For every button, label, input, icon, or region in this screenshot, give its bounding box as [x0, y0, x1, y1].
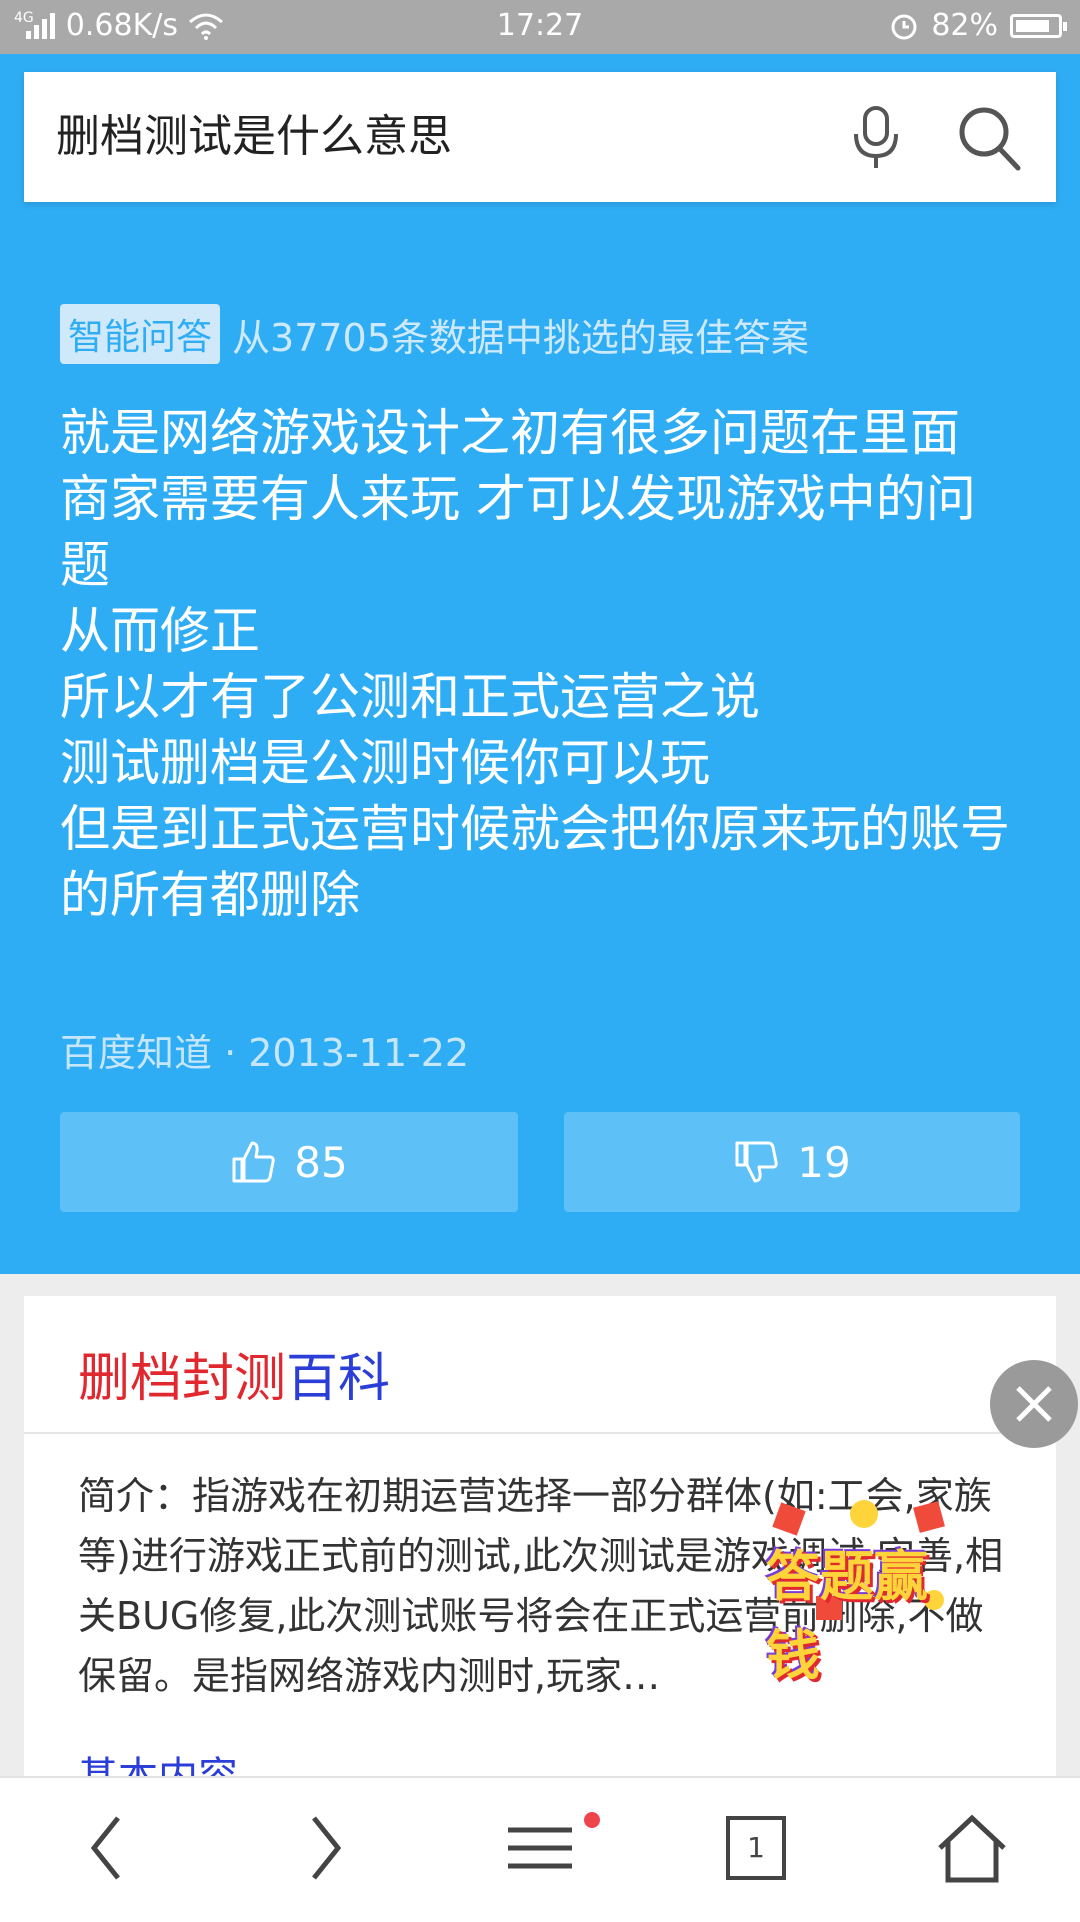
thumbs-up-icon	[232, 1141, 275, 1183]
search-icon[interactable]	[956, 102, 1022, 172]
forward-button[interactable]	[286, 1808, 366, 1888]
answer-panel: 删档测试是什么意思 智能问答 从37705条数据中挑选的最佳答案 就是网络游戏设…	[0, 54, 1080, 1274]
forward-icon	[312, 1816, 342, 1880]
card-title-source[interactable]: 百科	[286, 1349, 390, 1409]
upvote-count: 85	[294, 1137, 348, 1187]
floating-close-button[interactable]	[990, 1360, 1078, 1448]
answer-line: 但是到正式运营时候就会把你原来玩的账号的所有都删除	[60, 800, 1010, 924]
answer-tagline: 智能问答 从37705条数据中挑选的最佳答案	[60, 304, 809, 364]
home-icon	[938, 1814, 1006, 1883]
bottom-navigation: 1	[0, 1776, 1080, 1922]
notification-dot	[584, 1812, 600, 1828]
battery-icon	[1010, 13, 1067, 38]
downvote-button[interactable]: 19	[564, 1112, 1020, 1212]
alarm-icon	[891, 14, 917, 39]
downvote-count: 19	[797, 1137, 851, 1187]
thumbs-down-icon	[735, 1141, 778, 1183]
back-button[interactable]	[66, 1808, 146, 1888]
promo-label[interactable]: 答题赢钱	[766, 1532, 976, 1690]
answer-line: 测试删档是公测时候你可以玩	[60, 734, 710, 792]
answer-line: 商家需要有人来玩 才可以发现游戏中的问题	[60, 470, 976, 594]
card-title[interactable]: 删档封测百科	[78, 1336, 390, 1411]
divider	[24, 1432, 1056, 1434]
answer-line: 所以才有了公测和正式运营之说	[60, 668, 760, 726]
answer-line: 从而修正	[60, 602, 260, 660]
search-bar[interactable]: 删档测试是什么意思	[24, 72, 1056, 202]
back-icon	[90, 1816, 120, 1880]
search-input[interactable]: 删档测试是什么意思	[56, 72, 452, 202]
battery-percent: 82%	[931, 8, 998, 43]
smart-answer-badge: 智能问答	[60, 304, 221, 364]
close-icon	[1016, 1386, 1052, 1422]
tabs-button[interactable]: 1	[716, 1808, 796, 1888]
menu-button[interactable]	[500, 1808, 600, 1888]
tab-count: 1	[747, 1831, 765, 1864]
status-bar: 4G 0.68K/s 17:27 82%	[0, 0, 1080, 54]
menu-icon	[508, 1827, 572, 1869]
microphone-icon[interactable]	[846, 104, 906, 170]
status-right: 82%	[889, 8, 1067, 43]
quiz-promo-badge[interactable]: 答题赢钱	[756, 1492, 976, 1687]
home-button[interactable]	[932, 1808, 1012, 1888]
card-title-keyword[interactable]: 删档封测	[78, 1349, 286, 1409]
answer-source: 百度知道 · 2013-11-22	[60, 1031, 470, 1075]
upvote-button[interactable]: 85	[60, 1112, 518, 1212]
answer-line: 就是网络游戏设计之初有很多问题在里面	[60, 404, 960, 462]
answer-source-desc: 从37705条数据中挑选的最佳答案	[232, 315, 809, 360]
answer-text: 就是网络游戏设计之初有很多问题在里面 商家需要有人来玩 才可以发现游戏中的问题 …	[60, 400, 1010, 928]
